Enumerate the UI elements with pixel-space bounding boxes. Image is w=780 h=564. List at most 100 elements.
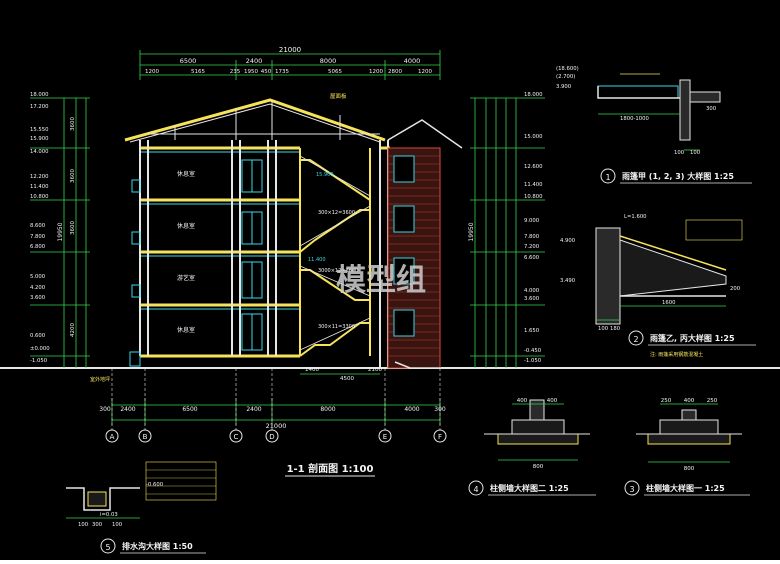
bottom-sub-dim-2: 4500 (340, 376, 354, 382)
svg-text:7.200: 7.200 (524, 244, 540, 250)
svg-text:400: 400 (684, 398, 695, 404)
brick-wall (387, 147, 441, 369)
detail-3-title: 柱侧墙大样图一 1:25 (646, 483, 725, 493)
top-dim-3: 8000 (320, 57, 337, 65)
svg-text:8000: 8000 (320, 406, 335, 413)
svg-text:18.000: 18.000 (524, 92, 543, 98)
svg-text:100: 100 (78, 522, 89, 528)
top-sub-dim-5: 450 (261, 69, 272, 75)
svg-text:4.200: 4.200 (30, 285, 46, 291)
level-mark-2: 11.400 (308, 257, 326, 263)
level-mark-1: 15.900 (316, 172, 334, 178)
svg-text:11.400: 11.400 (524, 182, 543, 188)
svg-text:100: 100 (112, 522, 123, 528)
svg-text:F: F (438, 433, 442, 441)
svg-text:800: 800 (684, 466, 695, 472)
svg-text:4.000: 4.000 (524, 288, 540, 294)
main-title: 1-1 剖面图 1:100 (287, 462, 374, 475)
detail-4-number: 4 (473, 485, 478, 494)
svg-text:10.800: 10.800 (524, 194, 543, 200)
svg-text:4.900: 4.900 (560, 238, 576, 244)
top-sub-dim-10: 1200 (418, 69, 432, 75)
svg-text:E: E (383, 433, 387, 441)
svg-text:2400: 2400 (120, 406, 135, 413)
svg-text:250: 250 (707, 398, 718, 404)
svg-text:400: 400 (517, 398, 528, 404)
svg-text:-0.600: -0.600 (146, 482, 164, 488)
svg-text:D: D (269, 433, 274, 441)
svg-text:3600: 3600 (70, 169, 76, 183)
top-dim-4: 4000 (404, 57, 421, 65)
right-total-dim: 19950 (468, 222, 475, 241)
svg-text:800: 800 (533, 464, 544, 470)
svg-text:i=0.03: i=0.03 (100, 512, 118, 518)
top-sub-dim-4: 1950 (244, 69, 258, 75)
detail-2-note: 注: 雨篷采用钢筋混凝土 (650, 351, 703, 358)
stair-mark-2: 300×12=3600 (318, 210, 355, 216)
detail-2-number: 2 (633, 335, 638, 344)
top-sub-dim-1: 1200 (145, 69, 159, 75)
svg-text:6500: 6500 (182, 406, 197, 413)
left-total-dim: 19950 (57, 222, 64, 241)
room-label-2f: 游艺室 (177, 274, 195, 282)
svg-text:3.490: 3.490 (560, 278, 576, 284)
svg-text:15.900: 15.900 (30, 136, 49, 142)
room-label-1f: 休息室 (177, 326, 195, 334)
svg-text:0.600: 0.600 (30, 333, 46, 339)
svg-text:400: 400 (547, 398, 558, 404)
detail-1-title: 雨篷甲 (1, 2, 3) 大样图 1:25 (622, 171, 734, 181)
svg-text:300: 300 (706, 106, 717, 112)
svg-text:C: C (234, 433, 239, 441)
svg-text:17.200: 17.200 (30, 104, 49, 110)
svg-text:7.800: 7.800 (524, 234, 540, 240)
top-sub-dim-7: 5065 (328, 69, 342, 75)
detail-4-title: 柱侧墙大样图二 1:25 (490, 483, 569, 493)
detail-5-title: 排水沟大样图 1:50 (122, 541, 193, 551)
svg-text:8.600: 8.600 (30, 223, 46, 229)
svg-text:9.000: 9.000 (524, 218, 540, 224)
bottom-sub-dim-1: 1400 (305, 367, 319, 373)
ground-note: 室外地坪 (90, 376, 110, 383)
svg-text:5.000: 5.000 (30, 274, 46, 280)
svg-text:10.800: 10.800 (30, 194, 49, 200)
roof-note: 屋面板 (330, 92, 347, 100)
top-dim-2: 2400 (246, 57, 263, 65)
top-total-dim: 21000 (279, 46, 301, 54)
svg-text:15.550: 15.550 (30, 127, 49, 133)
svg-text:100: 100 (690, 150, 701, 156)
svg-text:-0.450: -0.450 (524, 348, 542, 354)
bottom-sub-dim-3: 2100 (368, 367, 382, 373)
svg-text:7.800: 7.800 (30, 234, 46, 240)
stair-mark-1: 300×11=3300 (318, 324, 355, 330)
svg-text:250: 250 (661, 398, 672, 404)
svg-text:100: 100 (598, 326, 609, 332)
detail-1-number: 1 (605, 173, 610, 182)
svg-text:4200: 4200 (70, 323, 76, 337)
svg-text:12.200: 12.200 (30, 174, 49, 180)
svg-text:300: 300 (92, 522, 103, 528)
top-sub-dim-8: 1200 (369, 69, 383, 75)
svg-text:3.600: 3.600 (524, 296, 540, 302)
svg-text:3.600: 3.600 (30, 295, 46, 301)
top-dim-1: 6500 (180, 57, 197, 65)
svg-text:A: A (110, 433, 115, 441)
svg-text:6.800: 6.800 (30, 244, 46, 250)
cad-drawing-canvas: 21000 6500 2400 8000 4000 1200 5165 235 … (0, 0, 780, 560)
svg-text:180: 180 (610, 326, 621, 332)
detail-3-number: 3 (629, 485, 634, 494)
top-sub-dim-6: 1735 (275, 69, 289, 75)
svg-text:3600: 3600 (70, 221, 76, 235)
svg-text:200: 200 (730, 286, 741, 292)
svg-text:18.000: 18.000 (30, 92, 49, 98)
svg-text:2400: 2400 (246, 406, 261, 413)
svg-text:100: 100 (674, 150, 685, 156)
svg-text:300: 300 (99, 406, 111, 413)
top-sub-dim-9: 2800 (388, 69, 402, 75)
svg-text:3.900: 3.900 (556, 84, 572, 90)
svg-text:11.400: 11.400 (30, 184, 49, 190)
top-sub-dim-3: 235 (230, 69, 241, 75)
watermark: 模型组 (336, 263, 426, 298)
svg-text:6.600: 6.600 (524, 255, 540, 261)
svg-text:15.000: 15.000 (524, 134, 543, 140)
svg-text:-1.050: -1.050 (524, 358, 542, 364)
